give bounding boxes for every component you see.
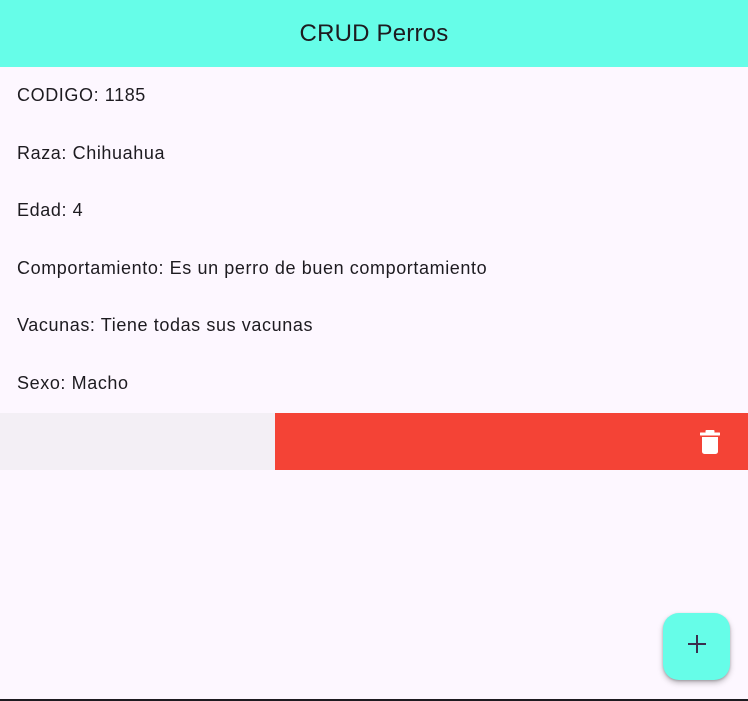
plus-icon (687, 634, 707, 659)
field-raza: Raza: Chihuahua (17, 143, 166, 163)
add-dog-button[interactable] (663, 613, 730, 680)
delete-background[interactable] (275, 413, 748, 470)
app-bar: CRUD Perros (0, 0, 748, 67)
field-comportamiento: Comportamiento: Es un perro de buen comp… (17, 258, 488, 278)
field-edad: Edad: 4 (17, 200, 84, 220)
swipe-to-delete-row[interactable] (0, 413, 748, 470)
trash-icon[interactable] (699, 430, 721, 454)
field-sexo: Sexo: Macho (17, 373, 129, 393)
field-vacunas: Vacunas: Tiene todas sus vacunas (17, 315, 314, 335)
list-tile[interactable] (0, 413, 275, 470)
app-title: CRUD Perros (299, 19, 449, 47)
field-codigo: CODIGO: 1185 (17, 85, 146, 105)
